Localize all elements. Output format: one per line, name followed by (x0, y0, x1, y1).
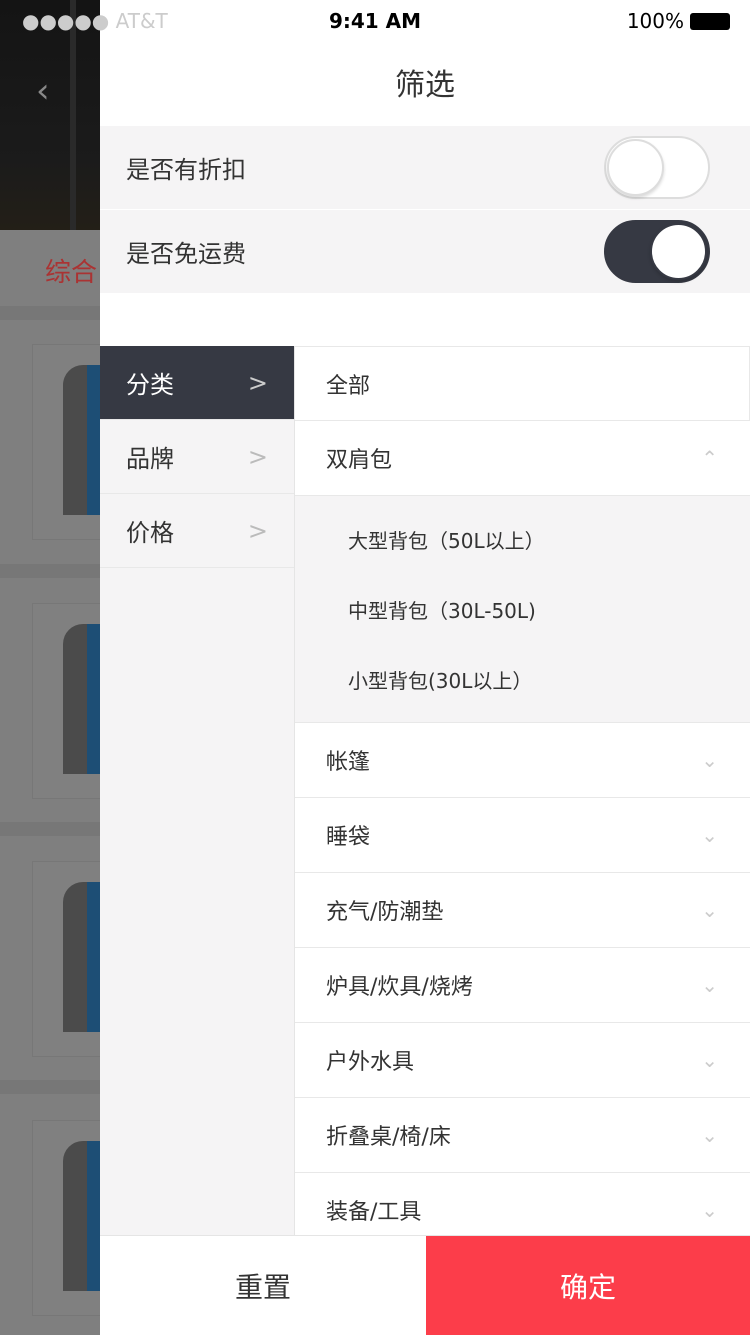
chevron-down-icon: ⌄ (701, 823, 718, 847)
backpack-subcategories: 大型背包（50L以上） 中型背包（30L-50L) 小型背包(30L以上） (295, 496, 750, 723)
discount-row: 是否有折扣 (100, 126, 750, 209)
back-icon[interactable]: ‹ (36, 74, 56, 108)
status-bar: ●●●●● AT&T 9:41 AM 100% (0, 0, 750, 40)
category-item[interactable]: 装备/工具 ⌄ (295, 1173, 750, 1235)
page-title: 筛选 (395, 68, 455, 103)
sidebar-item-category[interactable]: 分类 > (100, 346, 294, 420)
chevron-right-icon: > (247, 442, 268, 471)
category-backpack[interactable]: 双肩包 ⌃ (295, 421, 750, 496)
sidebar-item-price[interactable]: 价格 > (100, 494, 294, 568)
sidebar-item-brand[interactable]: 品牌 > (100, 420, 294, 494)
filter-sidebar: 分类 > 品牌 > 价格 > (100, 346, 295, 1235)
chevron-right-icon: > (247, 368, 268, 397)
subcategory-item[interactable]: 小型背包(30L以上） (295, 644, 750, 714)
category-item[interactable]: 帐篷 ⌄ (295, 723, 750, 798)
reset-button[interactable]: 重置 (100, 1236, 426, 1335)
filter-footer: 重置 确定 (100, 1235, 750, 1335)
chevron-down-icon: ⌄ (701, 898, 718, 922)
battery-icon (690, 12, 730, 30)
free-shipping-toggle[interactable] (604, 220, 710, 283)
discount-toggle[interactable] (604, 136, 710, 199)
category-item[interactable]: 折叠桌/椅/床 ⌄ (295, 1098, 750, 1173)
subcategory-item[interactable]: 中型背包（30L-50L) (295, 574, 750, 644)
category-item[interactable]: 充气/防潮垫 ⌄ (295, 873, 750, 948)
filter-panel: 筛选 是否有折扣 是否免运费 分类 > 品牌 > 价格 > 全部 双肩包 ⌃ 大型背包（… (100, 0, 750, 1335)
category-item[interactable]: 户外水具 ⌄ (295, 1023, 750, 1098)
sort-tab-comprehensive[interactable]: 综合 (45, 252, 97, 289)
subcategory-item[interactable]: 大型背包（50L以上） (295, 504, 750, 574)
battery-percent: 100% (626, 9, 684, 33)
free-shipping-row: 是否免运费 (100, 210, 750, 293)
background-product-list: ‹ 综合 (0, 0, 123, 1335)
chevron-down-icon: ⌄ (701, 1048, 718, 1072)
chevron-down-icon: ⌄ (701, 1123, 718, 1147)
free-shipping-label: 是否免运费 (126, 240, 246, 268)
chevron-down-icon: ⌄ (701, 1198, 718, 1222)
chevron-down-icon: ⌄ (701, 748, 718, 772)
discount-label: 是否有折扣 (126, 156, 246, 184)
category-item[interactable]: 睡袋 ⌄ (295, 798, 750, 873)
chevron-right-icon: > (247, 516, 268, 545)
confirm-button[interactable]: 确定 (426, 1236, 750, 1335)
chevron-up-icon: ⌃ (701, 446, 718, 470)
category-item[interactable]: 炉具/炊具/烧烤 ⌄ (295, 948, 750, 1023)
chevron-down-icon: ⌄ (701, 973, 718, 997)
category-list: 全部 双肩包 ⌃ 大型背包（50L以上） 中型背包（30L-50L) 小型背包(3… (295, 346, 750, 1235)
category-all[interactable]: 全部 (295, 346, 750, 421)
